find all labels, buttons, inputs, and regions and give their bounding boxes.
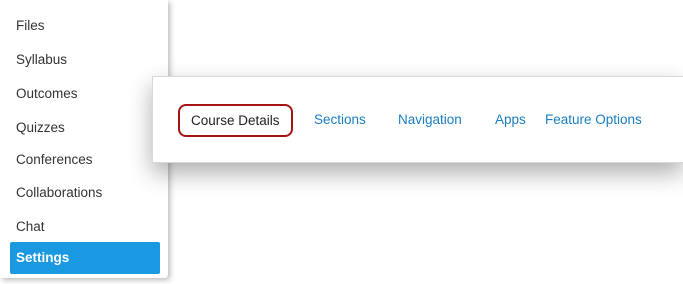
tab-sections[interactable]: Sections <box>314 112 366 127</box>
nav-item-syllabus[interactable]: Syllabus <box>16 52 67 67</box>
tab-apps[interactable]: Apps <box>495 112 526 127</box>
settings-tabs-panel: Course Details Sections Navigation Apps … <box>152 76 683 163</box>
nav-item-conferences[interactable]: Conferences <box>16 152 93 167</box>
nav-item-chat[interactable]: Chat <box>16 219 45 234</box>
nav-item-files[interactable]: Files <box>16 18 45 33</box>
nav-item-outcomes[interactable]: Outcomes <box>16 86 78 101</box>
nav-item-collaborations[interactable]: Collaborations <box>16 185 102 200</box>
tab-navigation[interactable]: Navigation <box>398 112 462 127</box>
nav-item-settings[interactable]: Settings <box>10 242 160 274</box>
tab-course-details[interactable]: Course Details <box>178 104 293 137</box>
nav-item-quizzes[interactable]: Quizzes <box>16 120 65 135</box>
tab-feature-options[interactable]: Feature Options <box>545 112 642 127</box>
course-navigation: Files Syllabus Outcomes Quizzes Conferen… <box>0 0 168 278</box>
